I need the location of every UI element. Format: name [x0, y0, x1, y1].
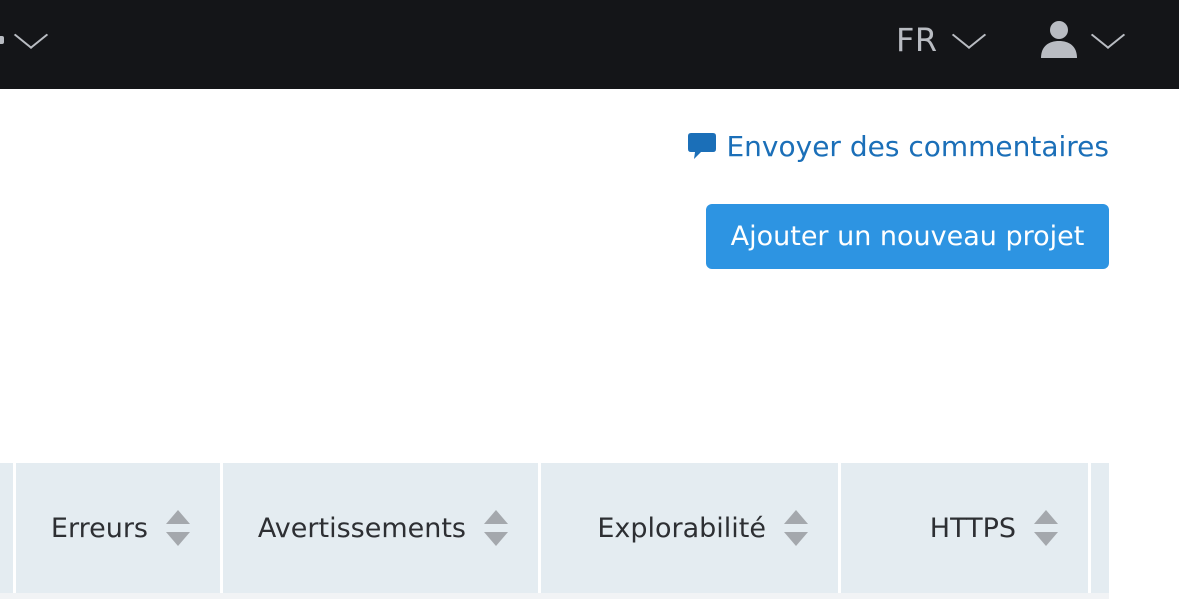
- chevron-down-icon[interactable]: [13, 21, 49, 49]
- table-body-edge: [0, 593, 1109, 599]
- chevron-down-icon[interactable]: [1090, 21, 1126, 49]
- column-header-crawlability[interactable]: Explorabilité: [541, 463, 838, 593]
- column-header-errors[interactable]: Erreurs: [16, 463, 220, 593]
- sort-icon[interactable]: [1034, 510, 1058, 546]
- column-label: HTTPS: [929, 512, 1016, 544]
- send-feedback-link[interactable]: Envoyer des commentaires: [686, 128, 1109, 164]
- add-new-project-button[interactable]: Ajouter un nouveau projet: [706, 204, 1109, 269]
- column-header-warnings[interactable]: Avertissements: [223, 463, 538, 593]
- column-divider: [1088, 463, 1091, 593]
- language-selector[interactable]: FR: [896, 20, 938, 60]
- chevron-down-icon[interactable]: [951, 21, 987, 49]
- speech-bubble-icon: [688, 133, 717, 159]
- sort-icon[interactable]: [484, 510, 508, 546]
- send-feedback-label: Envoyer des commentaires: [726, 129, 1109, 163]
- user-icon[interactable]: [1039, 20, 1079, 58]
- sort-icon[interactable]: [784, 510, 808, 546]
- column-label: Erreurs: [50, 512, 148, 544]
- top-navbar: FR: [0, 0, 1179, 89]
- sort-icon[interactable]: [166, 510, 190, 546]
- column-label: Explorabilité: [597, 512, 766, 544]
- truncated-menu-label[interactable]: [0, 36, 4, 44]
- column-header-https[interactable]: HTTPS: [841, 463, 1088, 593]
- column-label: Avertissements: [257, 512, 466, 544]
